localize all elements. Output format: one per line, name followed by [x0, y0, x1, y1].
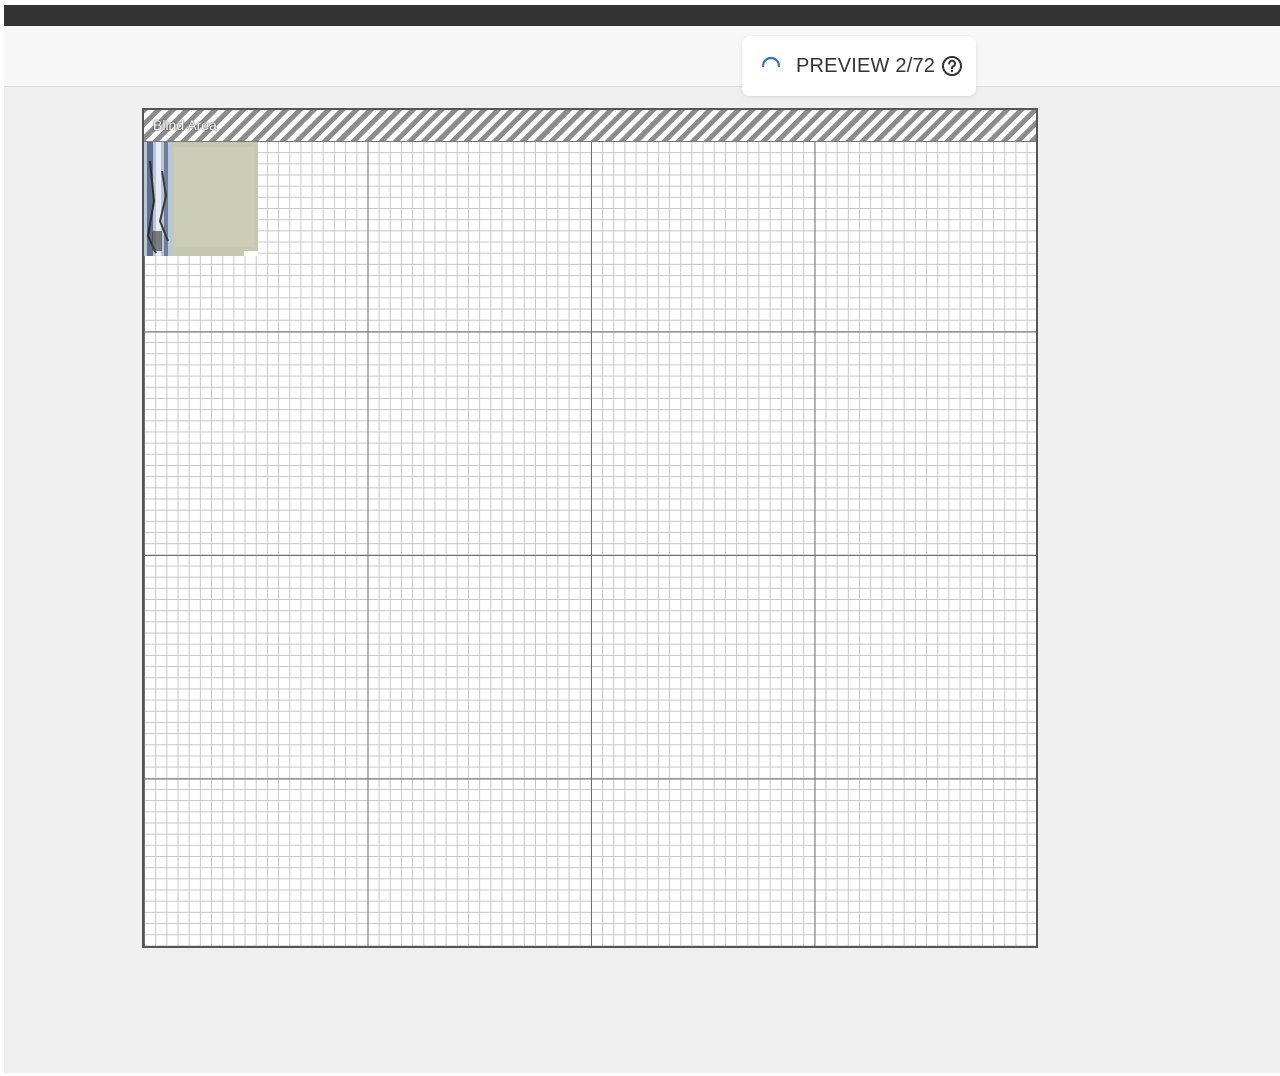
- question-circle-icon[interactable]: [941, 55, 963, 77]
- canvas-grid: [144, 141, 1036, 946]
- top-toolbar: [4, 26, 1280, 87]
- preview-canvas[interactable]: Blind Area: [142, 108, 1038, 948]
- preview-progress-label: PREVIEW 2/72: [796, 54, 936, 77]
- preview-image-tile: [144, 141, 258, 256]
- title-bar: [4, 5, 1280, 26]
- app-window: Blind Area: [4, 5, 1280, 1073]
- blind-area-band: Blind Area: [144, 110, 1036, 142]
- preview-status-pill: PREVIEW 2/72: [742, 36, 976, 96]
- loading-spinner-icon: [761, 56, 781, 68]
- blind-area-label: Blind Area: [153, 117, 217, 133]
